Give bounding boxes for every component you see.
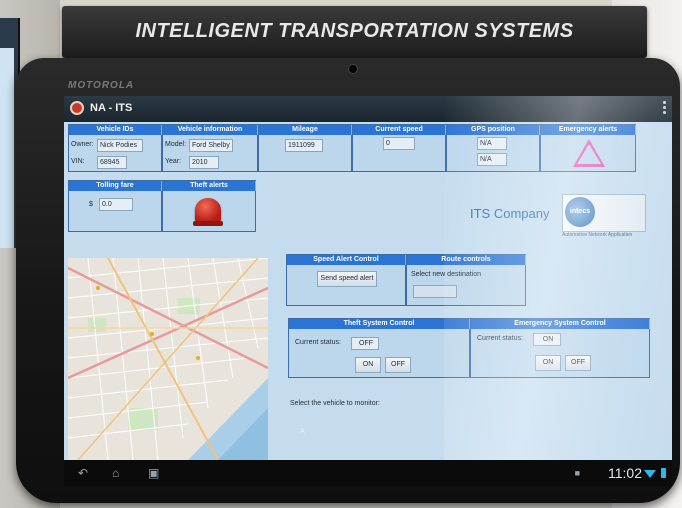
battery-icon	[661, 468, 666, 478]
overflow-menu-icon[interactable]	[663, 101, 666, 115]
vehicle-ids-panel: Vehicle IDs Owner: Nick Podies VIN: 6894…	[68, 124, 162, 172]
map-graphic	[68, 258, 268, 460]
gps-lon-field[interactable]: N/A	[477, 153, 507, 166]
recent-apps-icon[interactable]: ▣	[148, 467, 159, 479]
emergency-on-button[interactable]: ON	[535, 355, 561, 371]
vehicle-ids-header: Vehicle IDs	[69, 125, 162, 135]
alarm-bell-icon	[195, 198, 221, 222]
theft-alerts-header: Theft alerts	[163, 181, 256, 191]
theft-alerts-panel: Theft alerts	[162, 180, 256, 232]
current-speed-header: Current speed	[353, 125, 446, 135]
emergency-system-header: Emergency System Control	[471, 319, 650, 329]
device-brand: MOTOROLA	[68, 80, 135, 91]
monitor-prompt: Select the vehicle to monitor:	[290, 400, 380, 407]
screenshot-notification-icon[interactable]: ■	[575, 468, 580, 478]
route-controls-panel: Route controls Select new destination	[406, 254, 526, 306]
app-title: NA - ITS	[90, 102, 133, 114]
send-speed-alert-button[interactable]: Send speed alert	[317, 271, 377, 287]
route-controls-header: Route controls	[407, 255, 526, 265]
destination-field[interactable]	[413, 285, 457, 298]
logo-mark: intecs	[565, 197, 595, 227]
company-logo: intecs	[562, 194, 646, 232]
gps-panel: GPS position N/A N/A	[446, 124, 540, 172]
current-speed-panel: Current speed 0	[352, 124, 446, 172]
speed-alert-header: Speed Alert Control	[287, 255, 406, 265]
its-sign: INTELLIGENT TRANSPORTATION SYSTEMS	[62, 6, 647, 58]
vin-field[interactable]: 68945	[97, 156, 127, 169]
sign-text: INTELLIGENT TRANSPORTATION SYSTEMS	[135, 20, 574, 42]
currency-symbol: $	[89, 201, 93, 208]
warning-triangle-icon	[573, 139, 605, 167]
select-destination-label: Select new destination	[411, 271, 482, 278]
tablet-device: MOTOROLA NA - ITS Vehicle IDs Owner: Nic…	[16, 58, 680, 503]
theft-system-panel: Theft System Control Current status: OFF…	[288, 318, 470, 378]
owner-field[interactable]: Nick Podies	[97, 139, 143, 152]
vehicle-select[interactable]: A	[300, 428, 305, 435]
year-label: Year:	[165, 158, 182, 165]
emergency-system-panel: Emergency System Control Current status:…	[470, 318, 650, 378]
theft-status-label: Current status:	[295, 339, 341, 346]
mileage-header: Mileage	[259, 125, 352, 135]
owner-label: Owner:	[71, 141, 94, 148]
theft-system-header: Theft System Control	[289, 319, 470, 329]
app-logo-icon	[70, 101, 84, 115]
wifi-icon	[644, 470, 656, 478]
vin-label: VIN:	[71, 158, 85, 165]
tablet-screen: NA - ITS Vehicle IDs Owner: Nick Podies …	[64, 96, 672, 486]
tolling-fare-panel: Tolling fare $ 0.0	[68, 180, 162, 232]
company-name: ITS Company	[470, 206, 550, 221]
vehicle-info-header: Vehicle information	[163, 125, 258, 135]
theft-on-button[interactable]: ON	[355, 357, 381, 373]
year-field[interactable]: 2010	[189, 156, 219, 169]
app-titlebar: NA - ITS	[64, 96, 672, 122]
emergency-off-button[interactable]: OFF	[565, 355, 591, 371]
model-label: Model:	[165, 141, 187, 148]
current-speed-field[interactable]: 0	[383, 137, 415, 150]
app-content: Vehicle IDs Owner: Nick Podies VIN: 6894…	[64, 122, 672, 460]
tolling-fare-field[interactable]: 0.0	[99, 198, 133, 211]
gps-header: GPS position	[447, 125, 540, 135]
theft-off-button[interactable]: OFF	[385, 357, 411, 373]
emergency-alerts-panel: Emergency alerts	[540, 124, 636, 172]
gps-lat-field[interactable]: N/A	[477, 137, 507, 150]
android-navbar: ↶ ⌂ ▣ ■ 11:02	[64, 460, 672, 486]
speed-alert-panel: Speed Alert Control Send speed alert	[286, 254, 406, 306]
camera-icon	[348, 64, 358, 74]
alarm-base	[193, 221, 223, 226]
home-icon[interactable]: ⌂	[112, 467, 119, 479]
model-field[interactable]: Ford Shelby	[189, 139, 233, 152]
status-clock: 11:02	[608, 465, 642, 481]
theft-status-field: OFF	[351, 337, 379, 350]
city-map[interactable]	[68, 258, 268, 460]
emergency-alerts-header: Emergency alerts	[541, 125, 636, 135]
back-icon[interactable]: ↶	[78, 467, 88, 479]
emergency-status-field: ON	[533, 333, 561, 346]
emergency-status-label: Current status:	[477, 335, 523, 342]
mileage-field[interactable]: 1911099	[285, 139, 323, 152]
background-monitor-screen	[0, 48, 14, 248]
tolling-fare-header: Tolling fare	[69, 181, 162, 191]
mileage-panel: Mileage 1911099	[258, 124, 352, 172]
vehicle-info-panel: Vehicle information Model: Ford Shelby Y…	[162, 124, 258, 172]
logo-tagline: Automotive Network Application	[562, 232, 633, 238]
